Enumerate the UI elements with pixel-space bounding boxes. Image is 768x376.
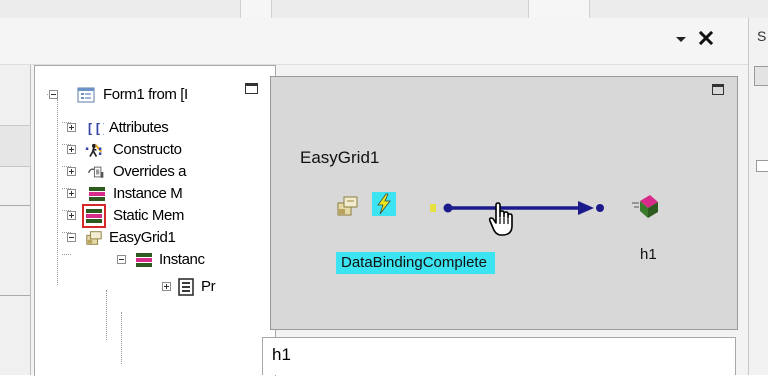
hand-cursor-icon [488, 202, 513, 236]
collapse-toggle[interactable] [117, 255, 126, 264]
tree-item-label: Instanc [159, 251, 205, 268]
component-icon[interactable] [336, 194, 360, 218]
expand-toggle[interactable] [67, 123, 76, 132]
right-panel-checkbox[interactable] [756, 160, 768, 172]
target-method-label: h1 [640, 246, 657, 263]
properties-icon [178, 278, 194, 296]
tree-item-constructors[interactable]: Constructo [67, 139, 267, 161]
expand-toggle[interactable] [67, 211, 76, 220]
svg-text:[[]: [[] [86, 122, 104, 137]
method-target-icon[interactable] [630, 192, 660, 220]
right-panel-button[interactable] [754, 66, 768, 86]
tree-item-label: Form1 from [I [103, 86, 188, 103]
tree-item-overrides[interactable]: Overrides a [67, 161, 267, 183]
maximize-icon[interactable] [245, 83, 258, 94]
event-connector-line[interactable] [428, 196, 628, 220]
close-icon[interactable] [698, 30, 714, 46]
tree-item-label: EasyGrid1 [109, 229, 176, 246]
tree-item-label: Pr [201, 278, 216, 295]
left-side-strip [0, 65, 31, 375]
component-title: EasyGrid1 [300, 148, 380, 167]
collapse-toggle[interactable] [49, 90, 58, 99]
instance-methods-icon [89, 187, 105, 201]
tree-item-instance-methods[interactable]: Instance M [67, 183, 267, 205]
tree-item-form1[interactable]: Form1 from [I [49, 84, 269, 106]
side-divider [0, 205, 30, 214]
tree-item-label: Static Mem [113, 207, 185, 224]
chevron-down-icon[interactable] [674, 32, 688, 46]
top-tab[interactable] [528, 0, 590, 18]
event-lightning-icon[interactable] [371, 191, 397, 217]
output-text-area[interactable] [262, 337, 736, 375]
tree-item-label: Overrides a [113, 163, 187, 180]
overrides-icon [88, 166, 104, 178]
tree-item-attributes[interactable]: [[] Attributes [67, 117, 267, 139]
expand-toggle[interactable] [67, 167, 76, 176]
tree-item-properties[interactable]: Pr [162, 276, 262, 298]
static-members-icon [82, 204, 106, 228]
expand-toggle[interactable] [67, 189, 76, 198]
component-icon [86, 231, 102, 245]
attributes-icon: [[] [86, 122, 104, 137]
output-text: h1 [272, 345, 291, 364]
tree-item-static-members[interactable]: Static Mem [67, 204, 267, 228]
object-tree: Form1 from [I [[] Attributes Constructo [34, 65, 276, 376]
expand-toggle[interactable] [162, 282, 171, 291]
instance-methods-icon [136, 253, 152, 267]
tree-item-label: Instance M [113, 185, 183, 202]
side-divider [0, 295, 30, 304]
right-panel-label: S [757, 28, 767, 44]
form-icon [77, 87, 95, 103]
tree-item-instance[interactable]: Instanc [117, 249, 267, 271]
tree-item-label: Attributes [109, 119, 169, 136]
maximize-icon[interactable] [712, 84, 724, 95]
side-tab[interactable] [0, 125, 31, 167]
document-header [0, 18, 748, 65]
tree-item-label: Constructo [113, 141, 182, 158]
top-tab-strip [0, 0, 768, 19]
constructor-icon [85, 143, 103, 157]
collapse-toggle[interactable] [67, 233, 76, 242]
event-name-label[interactable]: DataBindingComplete [336, 252, 495, 274]
top-tab[interactable] [240, 0, 272, 18]
tree-item-easygrid1[interactable]: EasyGrid1 [67, 227, 267, 249]
expand-toggle[interactable] [67, 145, 76, 154]
